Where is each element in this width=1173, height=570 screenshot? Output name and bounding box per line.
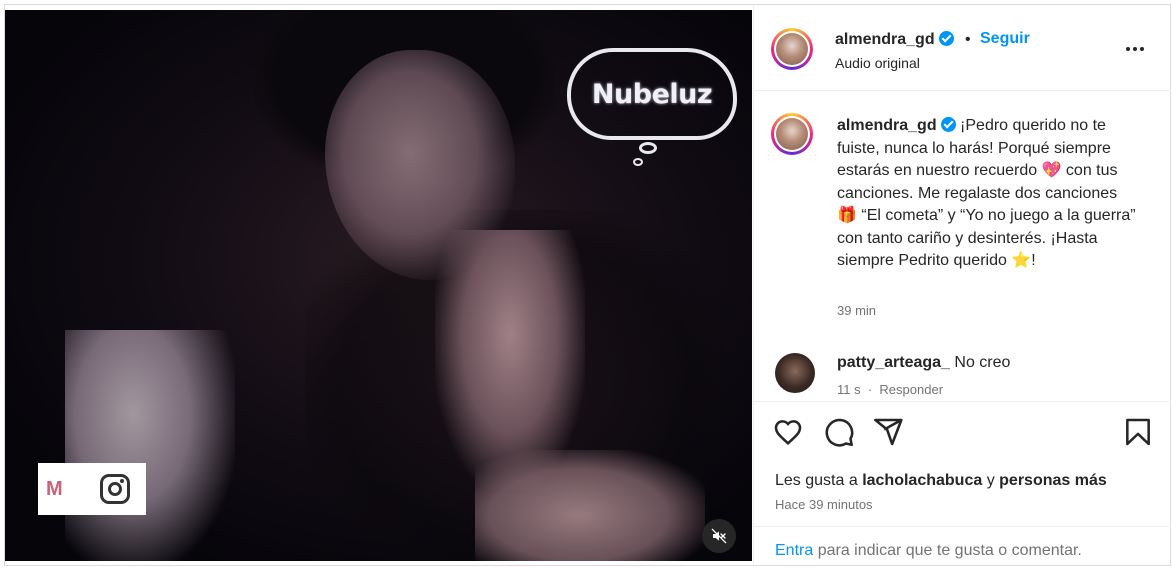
- comment-icon[interactable]: [823, 416, 855, 448]
- liked-by-user[interactable]: lacholachabuca: [862, 472, 982, 489]
- caption-username[interactable]: almendra_gd: [837, 117, 937, 134]
- nubeluz-logo-text: Nubeluz: [591, 78, 713, 110]
- comment-meta: 11 s · Responder: [837, 382, 944, 397]
- likes-summary: Les gusta a lacholachabuca y personas má…: [775, 472, 1107, 489]
- more-options-icon[interactable]: [1126, 47, 1144, 51]
- post-sidebar: almendra_gd • Seguir Audio original alme…: [753, 5, 1171, 565]
- save-bookmark-icon[interactable]: [1122, 416, 1154, 448]
- share-icon[interactable]: [872, 416, 904, 448]
- footer-divider: [754, 526, 1171, 527]
- author-avatar[interactable]: [771, 28, 813, 70]
- login-prompt: Entra para indicar que te gusta o coment…: [775, 542, 1082, 560]
- mute-button[interactable]: [702, 519, 736, 553]
- watermark-letter: M: [46, 477, 63, 500]
- comment-text: No creo: [954, 354, 1011, 371]
- action-bar: [754, 416, 1171, 452]
- author-username[interactable]: almendra_gd: [835, 31, 954, 49]
- heart-icon[interactable]: [772, 416, 804, 448]
- actions-divider: [754, 401, 1171, 402]
- caption-author-avatar[interactable]: [771, 113, 813, 155]
- audio-link[interactable]: Audio original: [835, 55, 920, 71]
- post-video[interactable]: Nubeluz M: [5, 10, 752, 561]
- caption-timestamp[interactable]: 39 min: [837, 303, 876, 318]
- verified-badge-icon: [938, 31, 954, 46]
- comment-timestamp[interactable]: 11 s: [837, 382, 861, 397]
- verified-badge-icon: [940, 117, 956, 132]
- post-caption: almendra_gd ¡Pedro querido no te fuiste,…: [837, 115, 1137, 273]
- video-scene-hand: [475, 450, 705, 561]
- speaker-muted-icon: [711, 528, 727, 544]
- reply-button[interactable]: Responder: [879, 382, 943, 397]
- login-link[interactable]: Entra: [775, 542, 813, 559]
- follow-button[interactable]: Seguir: [980, 30, 1030, 48]
- header-separator: •: [965, 31, 971, 48]
- login-prompt-text: para indicar que te gusta o comentar.: [817, 542, 1082, 559]
- comment: patty_arteaga_ No creo: [837, 354, 1010, 372]
- instagram-icon: [100, 474, 130, 504]
- instagram-watermark: M: [38, 463, 146, 515]
- post-timestamp[interactable]: Hace 39 minutos: [775, 497, 873, 512]
- commenter-avatar[interactable]: [775, 353, 815, 393]
- other-likers-link[interactable]: personas más: [999, 472, 1107, 489]
- comments-list[interactable]: almendra_gd ¡Pedro querido no te fuiste,…: [754, 91, 1171, 401]
- nubeluz-logo: Nubeluz: [567, 48, 737, 166]
- comment-username[interactable]: patty_arteaga_: [837, 354, 950, 371]
- video-scene-doll: [65, 330, 235, 561]
- caption-text: ¡Pedro querido no te fuiste, nunca lo ha…: [837, 117, 1136, 269]
